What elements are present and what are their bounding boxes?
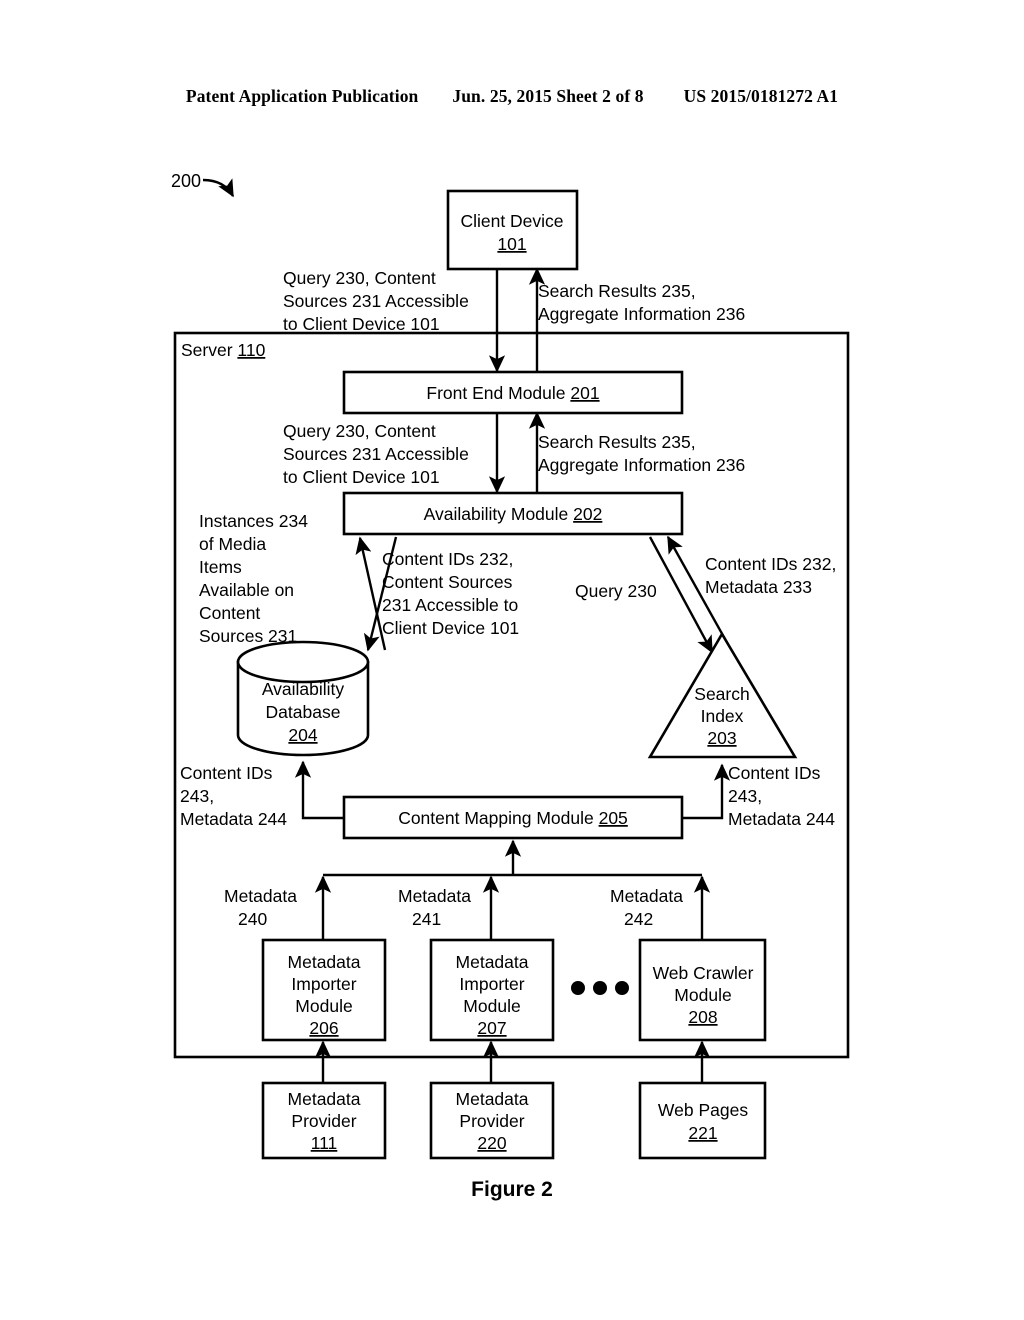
label-metadata-241-l1: Metadata bbox=[398, 886, 471, 906]
importer-207-l2: Importer bbox=[459, 974, 524, 994]
patent-figure-2: 200 Server 110 Client Device 101 Query 2… bbox=[0, 0, 1024, 1320]
search-index-l1: Search bbox=[694, 684, 749, 704]
label-instances-l5: Content bbox=[199, 603, 260, 623]
web-crawler-208-l2: Module bbox=[674, 985, 731, 1005]
label-query-230: Query 230 bbox=[575, 581, 657, 601]
importer-207-l3: Module bbox=[463, 996, 520, 1016]
importer-206-ref: 206 bbox=[309, 1018, 338, 1038]
label-fe-results-l2: Aggregate Information 236 bbox=[538, 455, 745, 475]
label-contentids-243-left-l1: Content IDs bbox=[180, 763, 273, 783]
label-client-results-l1: Search Results 235, bbox=[538, 281, 696, 301]
client-device-ref: 101 bbox=[497, 234, 526, 254]
label-client-query-l3: to Client Device 101 bbox=[283, 314, 440, 334]
availability-database-l2: Database bbox=[266, 702, 341, 722]
availability-database-ref: 204 bbox=[288, 725, 317, 745]
label-instances-l4: Available on bbox=[199, 580, 294, 600]
web-pages-221-ref: 221 bbox=[688, 1123, 717, 1143]
node-availability-database-top bbox=[236, 640, 370, 684]
label-contentids-232-l4: Client Device 101 bbox=[382, 618, 519, 638]
label-client-results-l2: Aggregate Information 236 bbox=[538, 304, 745, 324]
importer-206-l2: Importer bbox=[291, 974, 356, 994]
provider-111-l1: Metadata bbox=[288, 1089, 361, 1109]
ellipsis-dot-2 bbox=[593, 981, 607, 995]
label-metadata-242-l1: Metadata bbox=[610, 886, 683, 906]
provider-111-ref: 111 bbox=[311, 1133, 338, 1153]
label-metadata-240-l2: 240 bbox=[238, 909, 267, 929]
diagram-svg: 200 Server 110 Client Device 101 Query 2… bbox=[171, 171, 850, 1201]
ellipsis-dot-3 bbox=[615, 981, 629, 995]
importer-206-l1: Metadata bbox=[288, 952, 361, 972]
label-contentids-243-right-l3: Metadata 244 bbox=[728, 809, 835, 829]
provider-220-l2: Provider bbox=[459, 1111, 524, 1131]
client-device-title: Client Device bbox=[460, 211, 563, 231]
label-fe-query-l1: Query 230, Content bbox=[283, 421, 436, 441]
server-container-label: Server 110 bbox=[181, 340, 266, 360]
system-ref-arrow bbox=[202, 178, 235, 198]
label-contentids-243-right-l1: Content IDs bbox=[728, 763, 821, 783]
label-contentids-232-l3: 231 Accessible to bbox=[382, 595, 518, 615]
label-contentids-243-right-l2: 243, bbox=[728, 786, 762, 806]
web-crawler-208-l1: Web Crawler bbox=[653, 963, 754, 983]
edge-availability-to-searchindex bbox=[648, 536, 714, 654]
availability-module-title: Availability Module 202 bbox=[424, 504, 603, 524]
label-metadata-240-l1: Metadata bbox=[224, 886, 297, 906]
label-contentids-233-l1: Content IDs 232, bbox=[705, 554, 836, 574]
availability-database-l1: Availability bbox=[262, 679, 345, 699]
ellipsis-dot-1 bbox=[571, 981, 585, 995]
search-index-l2: Index bbox=[701, 706, 744, 726]
label-instances-l1: Instances 234 bbox=[199, 511, 308, 531]
importer-206-l3: Module bbox=[295, 996, 352, 1016]
node-web-pages-221[interactable] bbox=[638, 1081, 767, 1160]
edge-mapping-to-database bbox=[294, 760, 344, 820]
label-contentids-243-left-l2: 243, bbox=[180, 786, 214, 806]
content-mapping-module-title: Content Mapping Module 205 bbox=[398, 808, 628, 828]
provider-220-l1: Metadata bbox=[456, 1089, 529, 1109]
front-end-module-title: Front End Module 201 bbox=[426, 383, 599, 403]
label-client-query-l1: Query 230, Content bbox=[283, 268, 436, 288]
system-ref-200: 200 bbox=[171, 171, 201, 191]
web-crawler-208-ref: 208 bbox=[688, 1007, 717, 1027]
label-instances-l3: Items bbox=[199, 557, 242, 577]
label-contentids-232-l1: Content IDs 232, bbox=[382, 549, 513, 569]
figure-caption: Figure 2 bbox=[471, 1178, 553, 1201]
label-metadata-242-l2: 242 bbox=[624, 909, 653, 929]
edge-mapping-to-searchindex bbox=[682, 763, 731, 820]
provider-220-ref: 220 bbox=[477, 1133, 506, 1153]
label-fe-results-l1: Search Results 235, bbox=[538, 432, 696, 452]
label-fe-query-l3: to Client Device 101 bbox=[283, 467, 440, 487]
web-pages-221-l1: Web Pages bbox=[658, 1100, 748, 1120]
importer-207-ref: 207 bbox=[477, 1018, 506, 1038]
provider-111-l2: Provider bbox=[291, 1111, 356, 1131]
label-instances-l2: of Media bbox=[199, 534, 266, 554]
label-client-query-l2: Sources 231 Accessible bbox=[283, 291, 469, 311]
label-contentids-232-l2: Content Sources bbox=[382, 572, 513, 592]
label-metadata-241-l2: 241 bbox=[412, 909, 441, 929]
label-contentids-243-left-l3: Metadata 244 bbox=[180, 809, 287, 829]
importer-207-l1: Metadata bbox=[456, 952, 529, 972]
search-index-ref: 203 bbox=[707, 728, 736, 748]
label-contentids-233-l2: Metadata 233 bbox=[705, 577, 812, 597]
label-fe-query-l2: Sources 231 Accessible bbox=[283, 444, 469, 464]
